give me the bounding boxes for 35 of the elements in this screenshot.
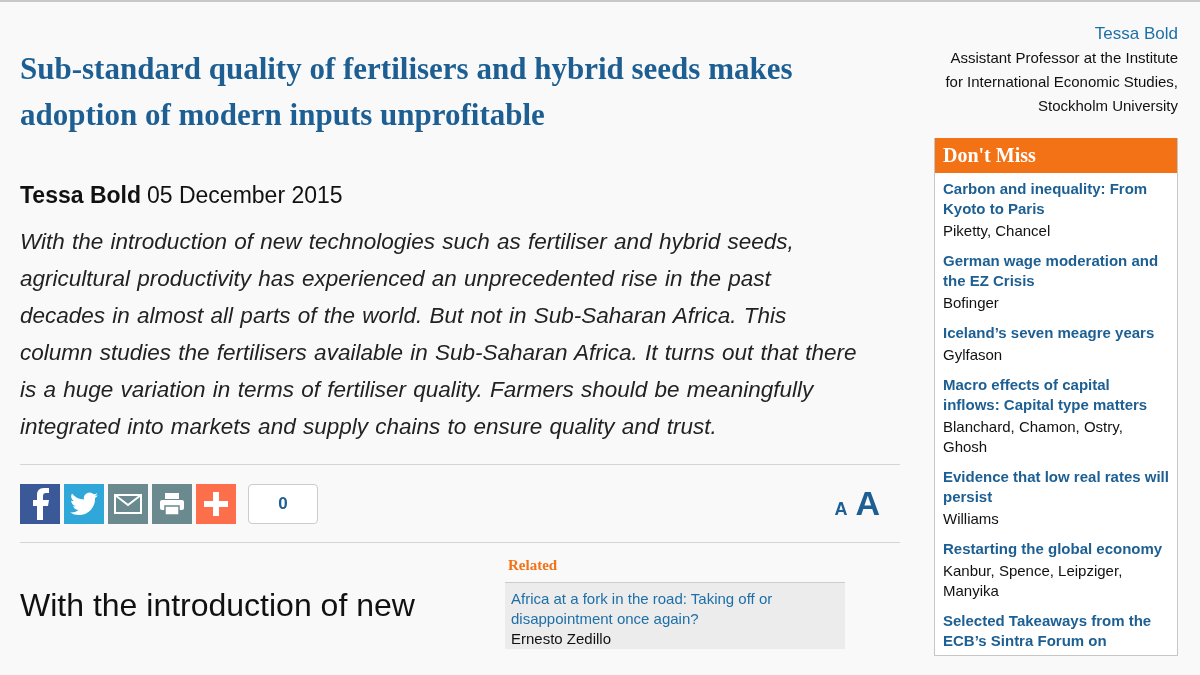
article-link[interactable]: German wage moderation and the EZ Crisis <box>943 251 1169 291</box>
envelope-icon <box>114 493 142 514</box>
article-title: Sub-standard quality of fertilisers and hybrid seeds makes adoption of modern inputs unprofitable <box>20 50 794 134</box>
article-authors: Williams <box>943 509 1000 529</box>
article-link[interactable]: Evidence that low real rates will persist <box>943 467 1169 507</box>
printer-icon <box>159 491 185 516</box>
article-authors: Kanbur, Spence, Leipziger, Manyika <box>943 561 1124 601</box>
article-link[interactable]: Restarting the global economy <box>943 539 1169 559</box>
bird-icon <box>70 491 98 516</box>
related-heading: Related <box>508 557 559 574</box>
article-authors: Gylfason <box>943 345 1004 365</box>
article-link[interactable]: Carbon and inequality: From Kyoto to Paris <box>943 179 1169 219</box>
plus-icon <box>204 491 228 516</box>
print-share-button[interactable] <box>152 483 192 524</box>
more-share-button[interactable] <box>196 483 236 524</box>
share-count: 0 <box>248 483 318 524</box>
body-paragraph: With the introduction of new <box>20 587 416 625</box>
smaller-text-button[interactable]: A <box>834 499 848 520</box>
publish-date: 05 December 2015 <box>147 182 343 209</box>
article-abstract: With the introduction of new technologies such as fertiliser and hybrid seeds, agricultural productivity has experienced an unprecedented rise in the past decades in almost all parts of the world. But not in Sub-Saharan Africa. This column studies the fertilisers available in Sub-Saharan Africa. It turns out that there is a huge variation in terms of fertiliser quality. Farmers should be meaningfully integrated into markets and supply chains to ensure quality and trust. <box>20 228 858 441</box>
author-name: Tessa Bold <box>20 182 141 209</box>
related-link[interactable]: Africa at a fork in the road: Taking off or disappointment once again? <box>511 589 839 629</box>
article-link[interactable]: Macro effects of capital inflows: Capital type matters <box>943 375 1169 415</box>
author-link[interactable]: Tessa Bold <box>934 24 1178 44</box>
article-authors: Piketty, Chancel <box>943 221 1052 241</box>
larger-text-button[interactable]: A <box>855 484 880 523</box>
related-authors: Ernesto Zedillo <box>511 629 613 649</box>
article-link[interactable]: Iceland’s seven meagre years <box>943 323 1169 343</box>
article-authors: Blanchard, Chamon, Ostry, Ghosh <box>943 417 1124 457</box>
facebook-share-button[interactable] <box>20 483 60 524</box>
author-affiliation: Assistant Professor at the Institute for International Economic Studies, Stockholm University <box>944 48 1178 116</box>
article-authors: Bofinger <box>943 293 1000 313</box>
article-link[interactable]: Selected Takeaways from the ECB’s Sintra Forum on <box>943 611 1169 651</box>
email-share-button[interactable] <box>108 483 148 524</box>
dont-miss-heading: Don't Miss <box>935 138 1177 173</box>
